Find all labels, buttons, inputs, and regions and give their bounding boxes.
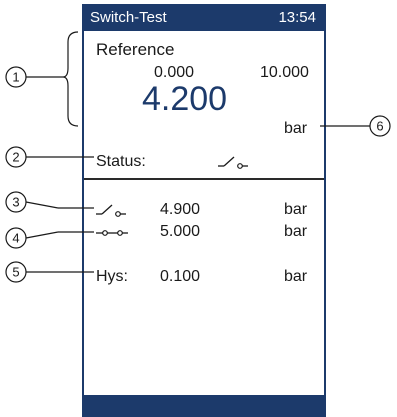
reference-value: 4.200 xyxy=(142,80,228,118)
callout-5: 5 xyxy=(5,261,94,283)
callout-6: 6 xyxy=(320,115,391,137)
switch-point-on-unit: bar xyxy=(284,201,308,218)
section-divider xyxy=(84,178,324,180)
switch-closed-icon xyxy=(96,230,128,236)
screen-title: Switch-Test xyxy=(90,9,167,26)
svg-text:1: 1 xyxy=(12,70,19,85)
switch-point-on-value: 4.900 xyxy=(160,201,201,218)
svg-text:3: 3 xyxy=(12,195,19,210)
device-screen: Switch-Test 13:54 Reference 0.000 10.000… xyxy=(82,4,326,417)
callout-2: 2 xyxy=(5,146,94,168)
svg-text:6: 6 xyxy=(376,119,383,134)
hysteresis-unit: bar xyxy=(284,268,308,285)
reference-unit: bar xyxy=(284,120,308,137)
reference-label: Reference xyxy=(96,40,175,59)
switch-open-icon xyxy=(96,204,126,217)
footer-bar xyxy=(84,395,324,417)
callout-4: 4 xyxy=(5,227,94,249)
status-label: Status: xyxy=(96,153,146,170)
hysteresis-label: Hys: xyxy=(96,268,128,285)
callout-1: 1 xyxy=(5,31,79,127)
reference-max-value: 10.000 xyxy=(260,64,309,81)
title-bar: Switch-Test 13:54 xyxy=(84,4,324,31)
clock: 13:54 xyxy=(278,9,316,26)
switch-point-off-value: 5.000 xyxy=(160,223,201,240)
switch-open-icon xyxy=(218,156,248,169)
switch-point-off-unit: bar xyxy=(284,223,308,240)
hysteresis-value: 0.100 xyxy=(160,268,201,285)
svg-text:5: 5 xyxy=(12,265,19,280)
callout-3: 3 xyxy=(5,191,94,213)
svg-text:4: 4 xyxy=(12,231,19,246)
svg-text:2: 2 xyxy=(12,150,19,165)
